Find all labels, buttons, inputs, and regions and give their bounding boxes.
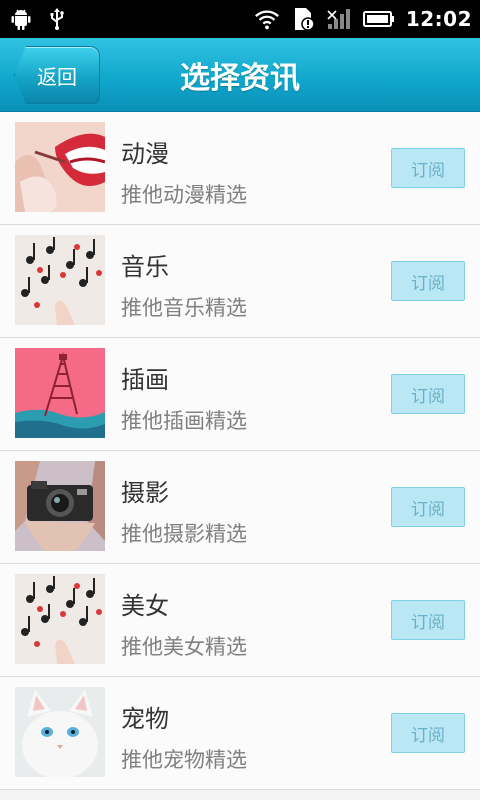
illustration-thumbnail — [15, 348, 105, 438]
battery-icon — [362, 6, 396, 32]
list-item[interactable]: 摄影 推他摄影精选 订阅 — [0, 451, 480, 564]
item-title: 插画 — [121, 366, 169, 394]
list-item[interactable]: 音乐 推他音乐精选 订阅 — [0, 225, 480, 338]
beauty-thumbnail — [15, 574, 105, 664]
item-subtitle: 推他摄影精选 — [121, 522, 247, 546]
pet-thumbnail — [15, 687, 105, 777]
subscribe-button[interactable]: 订阅 — [391, 148, 465, 188]
item-title: 摄影 — [121, 479, 169, 507]
sim-alert-icon — [290, 6, 316, 32]
item-subtitle: 推他动漫精选 — [121, 183, 247, 207]
list-item[interactable]: 插画 推他插画精选 订阅 — [0, 338, 480, 451]
usb-icon — [44, 6, 70, 32]
subscribe-button[interactable]: 订阅 — [391, 600, 465, 640]
subscribe-button[interactable]: 订阅 — [391, 713, 465, 753]
signal-icon — [326, 6, 352, 32]
list-item[interactable]: 动漫 推他动漫精选 订阅 — [0, 112, 480, 225]
item-title: 宠物 — [121, 705, 169, 733]
title-bar: 选择资讯 返回 — [0, 38, 480, 112]
status-bar: 12:02 — [0, 0, 480, 38]
status-time: 12:02 — [405, 7, 472, 31]
channel-list: 动漫 推他动漫精选 订阅 音乐 推他音乐精选 订阅 插画 推他插画精选 订阅 摄… — [0, 112, 480, 790]
subscribe-button[interactable]: 订阅 — [391, 487, 465, 527]
item-subtitle: 推他音乐精选 — [121, 296, 247, 320]
back-button[interactable]: 返回 — [14, 46, 100, 104]
list-item[interactable]: 美女 推他美女精选 订阅 — [0, 564, 480, 677]
android-debug-icon — [8, 6, 34, 32]
item-title: 音乐 — [121, 253, 169, 281]
photography-thumbnail — [15, 461, 105, 551]
subscribe-button[interactable]: 订阅 — [391, 261, 465, 301]
item-subtitle: 推他插画精选 — [121, 409, 247, 433]
item-subtitle: 推他宠物精选 — [121, 748, 247, 772]
item-subtitle: 推他美女精选 — [121, 635, 247, 659]
subscribe-button[interactable]: 订阅 — [391, 374, 465, 414]
wifi-icon — [254, 6, 280, 32]
anime-thumbnail — [15, 122, 105, 212]
item-title: 美女 — [121, 592, 169, 620]
music-thumbnail — [15, 235, 105, 325]
list-item[interactable]: 宠物 推他宠物精选 订阅 — [0, 677, 480, 790]
item-title: 动漫 — [121, 140, 169, 168]
